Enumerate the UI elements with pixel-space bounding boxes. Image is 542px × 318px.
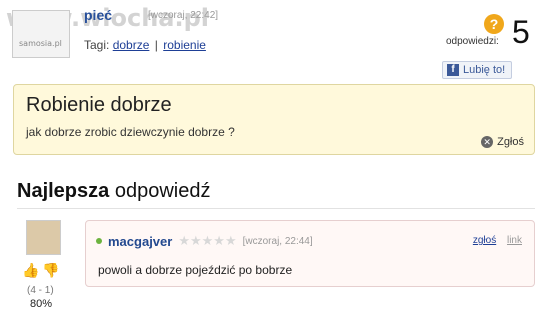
best-answer-heading-rest: odpowiedź: [109, 180, 211, 202]
report-question-button[interactable]: ✕ Zgłoś: [481, 136, 524, 148]
question-author-avatar[interactable]: samosia.pl: [12, 10, 70, 58]
answer-body: powoli a dobrze pojeździć po bobrze: [98, 263, 293, 277]
question-mark-icon: ?: [484, 14, 504, 34]
section-divider: [17, 208, 535, 209]
online-status-icon: [96, 238, 102, 244]
question-date: [wczoraj, 22:42]: [148, 10, 219, 21]
report-question-label: Zgłoś: [497, 136, 524, 148]
tags-label: Tagi:: [84, 38, 110, 52]
answer-box: macgajver ★★★★★ [wczoraj, 22:44] zgłoś l…: [85, 220, 535, 287]
answer-header: macgajver ★★★★★ [wczoraj, 22:44]: [96, 233, 313, 249]
answer-date: [wczoraj, 22:44]: [242, 235, 313, 247]
answer-author-avatar[interactable]: [26, 220, 61, 255]
answer-author-name[interactable]: macgajver: [108, 234, 172, 249]
question-box: Robienie dobrze jak dobrze zrobic dziewc…: [13, 84, 535, 155]
thumbs-down-icon[interactable]: 👎: [42, 261, 60, 279]
answer-links: zgłoś link: [473, 235, 522, 246]
question-tags: Tagi: dobrze | robienie: [84, 38, 206, 52]
vote-score: (4 - 1): [27, 285, 54, 296]
answers-count: 5: [512, 14, 530, 50]
tag-link-robienie[interactable]: robienie: [163, 38, 206, 52]
facebook-icon: f: [447, 64, 459, 76]
tag-separator: |: [154, 38, 158, 52]
vote-controls: 👍 👎: [22, 261, 60, 279]
like-button-label: Lubię to!: [463, 64, 506, 76]
answer-permalink[interactable]: link: [507, 235, 522, 246]
answers-label: odpowiedzi:: [446, 36, 499, 47]
close-circle-icon: ✕: [481, 136, 494, 148]
best-answer-heading-bold: Najlepsza: [17, 180, 110, 202]
best-answer-heading: Najlepsza odpowiedź: [17, 180, 210, 203]
report-answer-link[interactable]: zgłoś: [473, 235, 496, 246]
tag-link-dobrze[interactable]: dobrze: [113, 38, 150, 52]
thumbs-up-icon[interactable]: 👍: [22, 261, 40, 279]
avatar-caption: samosia.pl: [19, 39, 62, 48]
facebook-like-button[interactable]: f Lubię to!: [442, 61, 512, 79]
rating-stars-icon: ★★★★★: [178, 233, 237, 248]
vote-percent: 80%: [30, 298, 53, 310]
question-author-name[interactable]: pieć: [84, 7, 112, 23]
question-title: Robienie dobrze: [26, 94, 172, 116]
question-body: jak dobrze zrobic dziewczynie dobrze ?: [26, 125, 235, 139]
